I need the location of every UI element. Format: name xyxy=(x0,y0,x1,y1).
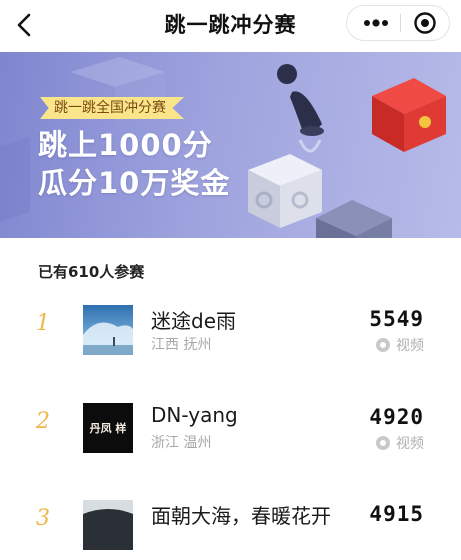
video-label: 视频 xyxy=(396,436,424,452)
gift-box-icon xyxy=(372,78,446,152)
player-score: 4920 xyxy=(369,405,424,429)
participant-count: 已有610人参赛 xyxy=(38,263,145,281)
more-button[interactable] xyxy=(355,6,397,40)
player-name: 面朝大海，春暖花开 xyxy=(151,504,331,528)
video-label: 视频 xyxy=(396,338,424,354)
leaderboard-row[interactable]: 1 迷途de雨 江西 抚州 5549 视频 xyxy=(0,305,461,365)
leaderboard-row[interactable]: 3 面朝大海，春暖花开 4915 xyxy=(0,500,461,560)
rank-number: 2 xyxy=(36,409,50,434)
close-button[interactable] xyxy=(405,6,445,40)
platform-cube-icon xyxy=(248,154,322,228)
banner-slogan-line1: 跳上1000分 xyxy=(38,128,213,162)
dark-block-icon xyxy=(316,200,392,238)
avatar: 丹凤 样 xyxy=(83,403,133,453)
video-link[interactable]: 视频 xyxy=(376,335,424,355)
more-dots-icon xyxy=(364,19,388,27)
player-name: DN-yang xyxy=(151,403,238,427)
video-icon xyxy=(376,436,390,450)
banner-slogan-line2: 瓜分10万奖金 xyxy=(38,166,231,200)
target-close-icon xyxy=(414,12,436,34)
capsule-menu xyxy=(346,5,450,41)
capsule-divider xyxy=(400,14,401,32)
player-score: 5549 xyxy=(369,307,424,331)
leaderboard-row[interactable]: 2 丹凤 样 DN-yang 浙江 温州 4920 视频 xyxy=(0,403,461,463)
avatar xyxy=(83,500,133,550)
video-icon xyxy=(376,338,390,352)
navigation-bar: 跳一跳冲分赛 xyxy=(0,0,461,52)
player-location: 江西 抚州 xyxy=(151,337,212,353)
banner-tag: 跳一跳全国冲分赛 xyxy=(40,97,184,119)
player-location: 浙江 温州 xyxy=(151,435,212,451)
video-link[interactable]: 视频 xyxy=(376,433,424,453)
avatar xyxy=(83,305,133,355)
avatar-text: 丹凤 样 xyxy=(89,422,127,435)
player-name: 迷途de雨 xyxy=(151,309,236,333)
promo-banner[interactable]: 跳一跳全国冲分赛 跳上1000分 瓜分10万奖金 xyxy=(0,52,461,238)
player-score: 4915 xyxy=(369,502,424,526)
chess-piece-icon xyxy=(277,64,324,153)
rank-number: 1 xyxy=(36,311,50,336)
